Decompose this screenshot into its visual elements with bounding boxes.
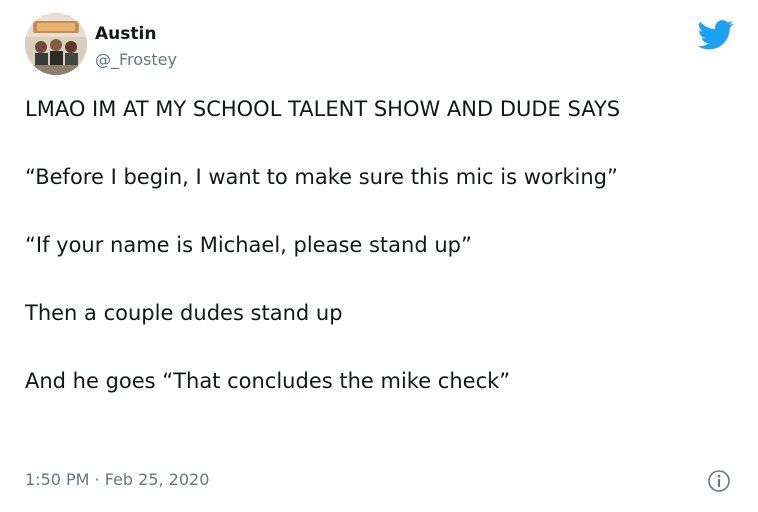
- display-name[interactable]: Austin: [95, 24, 156, 44]
- tweet-paragraph-3: “If your name is Michael, please stand u…: [25, 233, 472, 257]
- avatar-photo: [25, 13, 87, 75]
- tweet-paragraph-4: Then a couple dudes stand up: [25, 301, 343, 325]
- tweet-paragraph-1: LMAO IM AT MY SCHOOL TALENT SHOW AND DUD…: [25, 97, 621, 121]
- twitter-bird-icon[interactable]: [697, 20, 734, 50]
- info-icon[interactable]: [707, 469, 731, 493]
- tweet-paragraph-5: And he goes “That concludes the mike che…: [25, 369, 511, 393]
- tweet-paragraph-2: “Before I begin, I want to make sure thi…: [25, 165, 618, 189]
- tweet-card: Austin @_Frostey LMAO IM AT MY SCHOOL TA…: [0, 0, 758, 512]
- user-handle[interactable]: @_Frostey: [95, 50, 177, 70]
- tweet-text: LMAO IM AT MY SCHOOL TALENT SHOW AND DUD…: [25, 92, 725, 398]
- tweet-timestamp[interactable]: 1:50 PM · Feb 25, 2020: [25, 469, 209, 491]
- avatar[interactable]: [25, 13, 87, 75]
